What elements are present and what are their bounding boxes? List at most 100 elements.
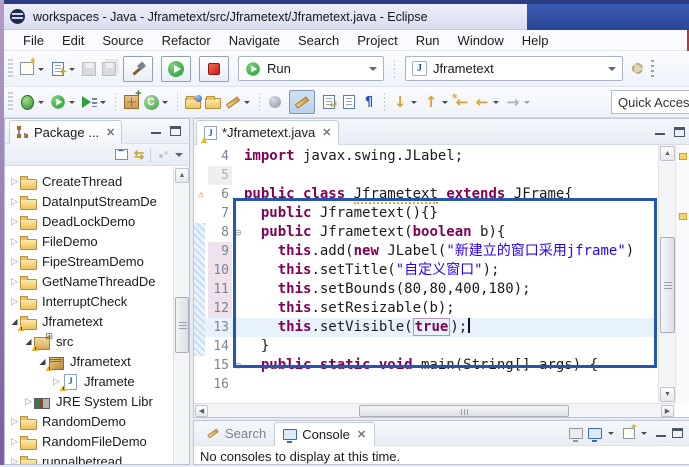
menu-item[interactable]: Edit bbox=[53, 31, 93, 50]
menu-item[interactable]: Help bbox=[513, 31, 558, 50]
external-tools-icon[interactable] bbox=[226, 96, 240, 108]
new-java-project-icon[interactable] bbox=[124, 95, 139, 109]
scroll-up-icon[interactable]: ▲ bbox=[175, 168, 189, 183]
menu-item[interactable]: Navigate bbox=[220, 31, 289, 50]
code-line[interactable]: 5 bbox=[194, 166, 689, 185]
build-button[interactable] bbox=[123, 56, 153, 82]
tree-item[interactable]: ◢src bbox=[5, 331, 173, 351]
forward-icon[interactable]: → bbox=[507, 95, 520, 110]
menu-item[interactable]: Search bbox=[289, 31, 348, 50]
run-configuration-combo[interactable]: Run bbox=[238, 56, 384, 81]
gear-icon[interactable] bbox=[632, 63, 643, 74]
overview-ruler[interactable] bbox=[675, 145, 689, 403]
show-whitespace-icon[interactable]: ¶ bbox=[365, 95, 373, 110]
scrollbar-thumb[interactable] bbox=[660, 237, 675, 333]
menu-item[interactable]: Run bbox=[407, 31, 449, 50]
launch-target-combo[interactable]: J Jframetext bbox=[405, 56, 623, 81]
close-icon[interactable]: ✕ bbox=[357, 428, 366, 441]
package-explorer-scrollbar[interactable]: ▲ bbox=[173, 167, 189, 464]
open-type-icon[interactable] bbox=[185, 98, 201, 109]
up-arrow-dropdown[interactable] bbox=[442, 101, 448, 107]
tab-jframetext-java[interactable]: J *Jframetext.java ✕ bbox=[196, 120, 339, 145]
editor-hscrollbar[interactable]: ◀ ▶ bbox=[194, 403, 675, 417]
tree-item[interactable]: ▷InterruptCheck bbox=[5, 291, 173, 311]
expand-arrow-icon[interactable]: ▷ bbox=[9, 236, 20, 247]
save-all-icon[interactable] bbox=[102, 62, 116, 76]
maximize-icon[interactable] bbox=[674, 127, 685, 137]
last-edit-location-icon[interactable]: ↵ bbox=[323, 95, 335, 109]
scrollbar-thumb[interactable] bbox=[175, 297, 189, 353]
tree-item[interactable]: ◢Jframetext bbox=[5, 311, 173, 331]
expand-arrow-icon[interactable]: ▷ bbox=[9, 436, 20, 447]
menu-item[interactable]: File bbox=[14, 31, 53, 50]
down-arrow-dropdown[interactable] bbox=[411, 101, 417, 107]
open-console-dropdown[interactable] bbox=[641, 432, 647, 438]
up-arrow-icon[interactable]: ↑ bbox=[425, 95, 438, 110]
new-java-element-icon[interactable]: ✦ bbox=[52, 62, 64, 76]
save-icon[interactable] bbox=[82, 62, 96, 76]
stop-button[interactable] bbox=[199, 56, 229, 82]
expand-arrow-icon[interactable]: ▷ bbox=[9, 196, 20, 207]
menu-item[interactable]: Source bbox=[93, 31, 152, 50]
scroll-right-icon[interactable]: ▶ bbox=[661, 405, 674, 417]
scrollbar-thumb[interactable] bbox=[359, 405, 569, 417]
quick-access-input[interactable]: Quick Access bbox=[611, 90, 689, 114]
run-button[interactable] bbox=[161, 56, 191, 82]
tree-item[interactable]: ▷JRE System Libr bbox=[5, 391, 173, 411]
expand-arrow-icon[interactable]: ▷ bbox=[23, 396, 34, 407]
warning-marker[interactable] bbox=[679, 153, 687, 160]
warning-marker[interactable] bbox=[679, 213, 687, 220]
code-area[interactable]: 4import javax.swing.JLabel;5⚠6public cla… bbox=[194, 145, 689, 403]
expand-arrow-icon[interactable]: ▷ bbox=[9, 416, 20, 427]
scroll-down-icon[interactable]: ▼ bbox=[660, 387, 675, 402]
open-console-icon[interactable] bbox=[623, 428, 635, 439]
expand-arrow-icon[interactable]: ▷ bbox=[9, 276, 20, 287]
mark-occurrences-toggle[interactable] bbox=[289, 90, 315, 114]
tree-item[interactable]: ▷DataInputStreamDe bbox=[5, 191, 173, 211]
new-wizard-dropdown[interactable] bbox=[38, 68, 44, 74]
display-console-icon[interactable] bbox=[588, 428, 602, 439]
close-icon[interactable]: ✕ bbox=[322, 126, 331, 139]
external-tools-dropdown[interactable] bbox=[244, 101, 250, 107]
link-with-editor-icon[interactable]: ⇆ bbox=[134, 148, 144, 162]
down-arrow-icon[interactable]: ↓ bbox=[394, 95, 407, 110]
tree-item[interactable]: ▷RandomFileDemo bbox=[5, 431, 173, 451]
minimize-icon[interactable] bbox=[655, 127, 666, 136]
tree-item[interactable]: ▷FileDemo bbox=[5, 231, 173, 251]
editor-vscrollbar[interactable]: ▲ ▼ bbox=[658, 145, 675, 403]
tree-item[interactable]: ▷CreateThread bbox=[5, 171, 173, 191]
minimize-icon[interactable] bbox=[151, 126, 162, 135]
new-java-element-dropdown[interactable] bbox=[69, 68, 75, 74]
tree-item[interactable]: ◢Jframetext bbox=[5, 351, 173, 371]
coverage-dropdown[interactable] bbox=[100, 101, 106, 107]
tree-item[interactable]: ▷FipeStreamDemo bbox=[5, 251, 173, 271]
new-class-dropdown[interactable] bbox=[162, 101, 168, 107]
expand-arrow-icon[interactable]: ▷ bbox=[9, 256, 20, 267]
tree-item[interactable]: ▷GetNameThreadDe bbox=[5, 271, 173, 291]
pin-console-icon[interactable] bbox=[569, 428, 583, 439]
tree-item[interactable]: ▷DeadLockDemo bbox=[5, 211, 173, 231]
tab-search[interactable]: Search bbox=[198, 421, 274, 445]
scroll-left-icon[interactable]: ◀ bbox=[195, 405, 208, 417]
back-icon[interactable]: ← bbox=[476, 95, 489, 110]
expand-arrow-icon[interactable]: ▷ bbox=[9, 176, 20, 187]
code-line[interactable]: 4import javax.swing.JLabel; bbox=[194, 147, 689, 166]
tab-console[interactable]: Console ✕ bbox=[274, 422, 375, 446]
next-annotation-icon[interactable] bbox=[343, 95, 355, 109]
tab-package-explorer[interactable]: Package ... ✕ bbox=[9, 120, 122, 144]
code-line[interactable]: 16 bbox=[194, 375, 689, 394]
view-menu-icon[interactable] bbox=[175, 153, 183, 161]
expand-arrow-icon[interactable]: ▷ bbox=[9, 456, 20, 465]
focus-icon[interactable] bbox=[157, 150, 169, 160]
scroll-up-icon[interactable]: ▲ bbox=[660, 146, 675, 161]
open-resource-icon[interactable] bbox=[205, 98, 221, 109]
debug-dropdown[interactable] bbox=[38, 101, 44, 107]
run-icon[interactable] bbox=[51, 95, 65, 109]
run-dropdown[interactable] bbox=[69, 101, 75, 107]
menu-item[interactable]: Project bbox=[348, 31, 406, 50]
expand-arrow-icon[interactable]: ▷ bbox=[9, 296, 20, 307]
maximize-icon[interactable] bbox=[672, 428, 683, 438]
new-wizard-icon[interactable] bbox=[20, 62, 34, 75]
close-icon[interactable]: ✕ bbox=[106, 126, 115, 139]
back-dropdown[interactable] bbox=[493, 101, 499, 107]
